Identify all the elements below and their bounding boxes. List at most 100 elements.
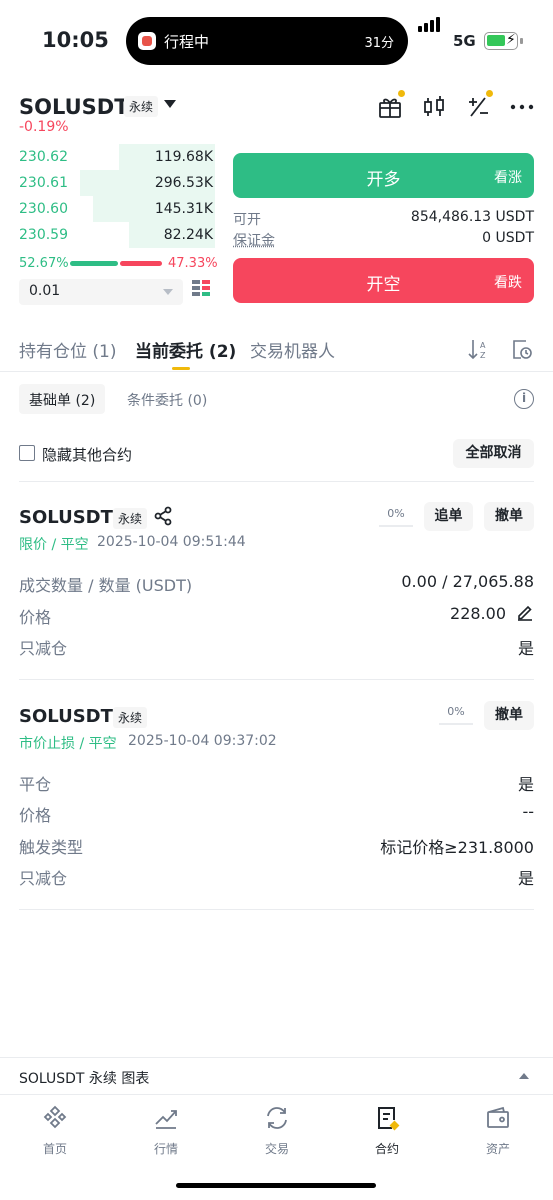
order-book-price: 230.59 [19,227,68,243]
order-symbol: SOLUSDT [19,706,113,727]
price-change: -0.19% [19,119,69,135]
home-indicator[interactable] [176,1183,376,1188]
edit-icon[interactable] [516,603,534,625]
svg-text:Z: Z [480,351,486,360]
symbol-title[interactable]: SOLUSDT [19,95,129,119]
futures-icon [378,1107,400,1131]
cancel-all-button[interactable]: 全部取消 [453,439,534,468]
price-label: 价格 [19,608,52,627]
open-short-label: 开空 [366,275,401,295]
contract-type-tag: 永续 [124,96,159,117]
nav-markets[interactable]: 行情 [131,1104,201,1157]
price-label: 价格 [19,806,52,825]
info-icon[interactable]: i [514,389,534,409]
nav-trade[interactable]: 交易 [242,1104,312,1157]
order-book-row[interactable]: 230.60 145.31K [19,196,215,222]
order-divider [19,909,534,910]
candlestick-chart-icon[interactable] [421,94,447,120]
share-icon[interactable] [153,506,173,530]
buy-ratio: 52.67% [19,256,69,271]
chart-bar-divider [0,1057,553,1058]
order-history-icon[interactable] [511,337,533,361]
dynamic-island[interactable]: 行程中 31分 [126,17,408,65]
fill-percent: 0% [387,507,405,520]
filled-qty-label: 成交数量 / 数量 (USDT) [19,576,193,595]
home-icon [43,1105,67,1129]
sort-icon[interactable]: A Z [467,337,489,361]
trade-icon [267,1107,287,1129]
order-book-price: 230.62 [19,149,68,165]
nav-home[interactable]: 首页 [20,1104,90,1157]
order-type: 市价止损 / 平空 [19,736,117,752]
tabs-divider [0,371,553,372]
order-book-qty: 82.24K [163,227,213,243]
buy-ratio-bar [70,261,118,266]
order-book-row[interactable]: 230.61 296.53K [19,170,215,196]
book-layout-icon[interactable] [192,280,212,300]
open-long-label: 开多 [366,170,401,190]
open-long-button[interactable]: 开多 看涨 [233,153,534,198]
order-book-row[interactable]: 230.59 82.24K [19,222,215,248]
tab-bots[interactable]: 交易机器人 [250,337,335,362]
order-book-qty: 296.53K [154,175,213,191]
sell-ratio-bar [120,261,162,266]
svg-text:A: A [480,341,486,350]
chevron-down-icon [163,289,173,295]
subtab-conditional[interactable]: 条件委托 (0) [127,390,207,410]
nav-markets-label: 行情 [153,1142,178,1156]
filter-divider [19,481,534,482]
chevron-up-icon[interactable] [519,1073,529,1079]
available-value: 854,486.13 USDT [410,209,534,225]
battery-icon: ⚡ [484,32,518,50]
order-contract-tag: 永续 [113,508,148,529]
order-symbol: SOLUSDT [19,507,113,528]
battery-tip [520,38,523,44]
nav-assets[interactable]: 资产 [463,1104,533,1157]
sell-ratio: 47.33% [168,256,218,271]
active-tab-indicator [172,367,190,370]
more-options-icon[interactable] [509,94,535,120]
order-contract-tag: 永续 [113,707,148,728]
symbol-dropdown-icon[interactable] [164,100,176,108]
chart-toggle-label[interactable]: SOLUSDT 永续 图表 [19,1068,149,1088]
close-position-value: 是 [517,775,534,794]
activity-label: 行程中 [164,33,210,51]
order-book-qty: 145.31K [154,201,213,217]
trigger-type-value: 标记价格≥231.8000 [380,838,534,857]
price-value: -- [522,802,534,821]
price-value: 228.00 [450,604,506,623]
order-book-price: 230.61 [19,175,68,191]
filled-qty-value: 0.00 / 27,065.88 [401,572,534,591]
activity-duration: 31分 [364,36,394,51]
hide-others-checkbox[interactable] [19,445,35,461]
cancel-order-button[interactable]: 撤单 [484,701,534,730]
chase-order-button[interactable]: 追单 [424,502,473,531]
precision-value: 0.01 [29,283,61,299]
markets-icon [155,1110,177,1129]
order-book-qty: 119.68K [154,149,213,165]
tab-positions[interactable]: 持有仓位 (1) [19,337,116,362]
nav-trade-label: 交易 [264,1142,289,1156]
fill-progress-bar [379,525,413,527]
order-book-row[interactable]: 230.62 119.68K [19,144,215,170]
margin-label: 保证金 [233,233,275,249]
subtab-basic[interactable]: 基础单 (2) [19,384,106,414]
fill-percent: 0% [447,705,465,718]
nav-futures[interactable]: 合约 [352,1104,422,1157]
precision-select[interactable]: 0.01 [19,279,183,305]
open-short-button[interactable]: 开空 看跌 [233,258,534,303]
hide-others-label[interactable]: 隐藏其他合约 [42,444,132,465]
cancel-order-button[interactable]: 撤单 [484,502,534,531]
calculator-icon[interactable] [465,90,493,120]
nav-assets-label: 资产 [485,1142,510,1156]
nav-divider [0,1094,553,1095]
app-activity-icon [138,32,156,50]
available-label: 可开 [233,212,261,228]
fill-progress-bar [439,723,473,725]
tab-open-orders[interactable]: 当前委托 (2) [135,337,236,362]
gift-icon[interactable] [377,90,405,120]
wallet-icon [487,1106,509,1128]
status-time: 10:05 [42,28,109,52]
close-position-label: 平仓 [19,775,52,794]
open-short-sub: 看跌 [494,275,522,291]
